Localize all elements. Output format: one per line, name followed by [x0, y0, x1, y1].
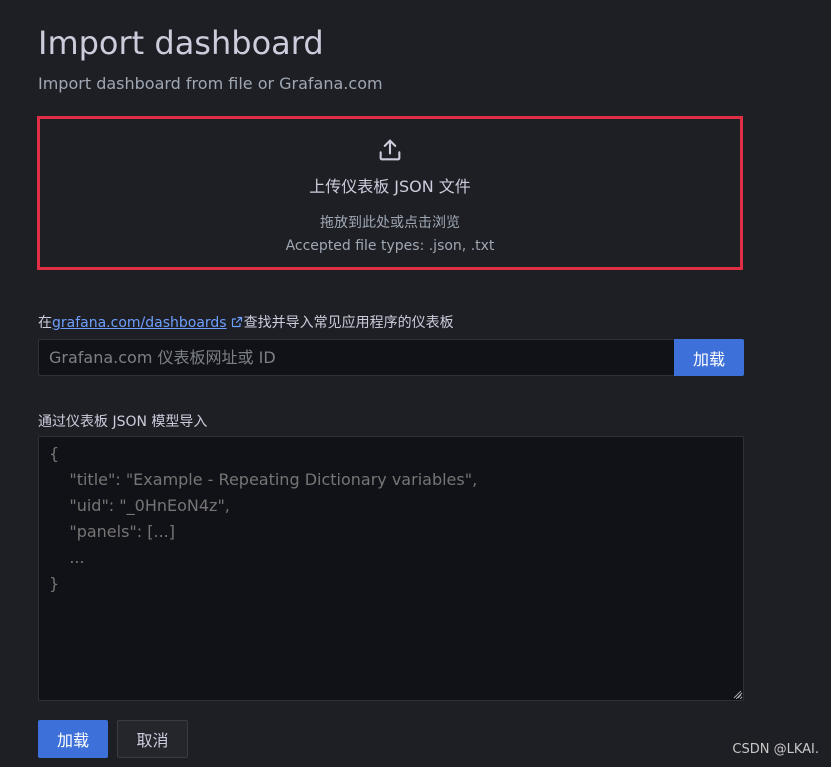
watermark: CSDN @LKAI.	[732, 742, 819, 757]
upload-hint: 拖放到此处或点击浏览	[320, 215, 460, 231]
grafana-com-load-button[interactable]: 加载	[674, 339, 744, 376]
page-subtitle: Import dashboard from file or Grafana.co…	[38, 74, 383, 93]
grafana-com-label-prefix: 在	[38, 315, 52, 331]
file-upload-dropzone[interactable]: 上传仪表板 JSON 文件 拖放到此处或点击浏览 Accepted file t…	[37, 116, 743, 270]
external-link-icon	[231, 316, 242, 328]
json-model-textarea[interactable]	[38, 436, 744, 701]
cancel-button[interactable]: 取消	[117, 720, 188, 758]
grafana-com-label-suffix: 查找并导入常见应用程序的仪表板	[243, 315, 454, 331]
load-button[interactable]: 加载	[38, 720, 108, 758]
upload-icon	[379, 139, 401, 161]
grafana-com-dashboards-link[interactable]: grafana.com/dashboards	[52, 315, 227, 331]
upload-title: 上传仪表板 JSON 文件	[309, 177, 471, 196]
accepted-file-types: Accepted file types: .json, .txt	[285, 238, 495, 254]
grafana-com-label: 在grafana.com/dashboards 查找并导入常见应用程序的仪表板	[38, 313, 454, 333]
page-title: Import dashboard	[38, 24, 324, 62]
resize-handle-icon[interactable]	[732, 689, 742, 699]
grafana-com-url-input[interactable]	[38, 339, 674, 376]
json-model-label: 通过仪表板 JSON 模型导入	[38, 414, 208, 430]
